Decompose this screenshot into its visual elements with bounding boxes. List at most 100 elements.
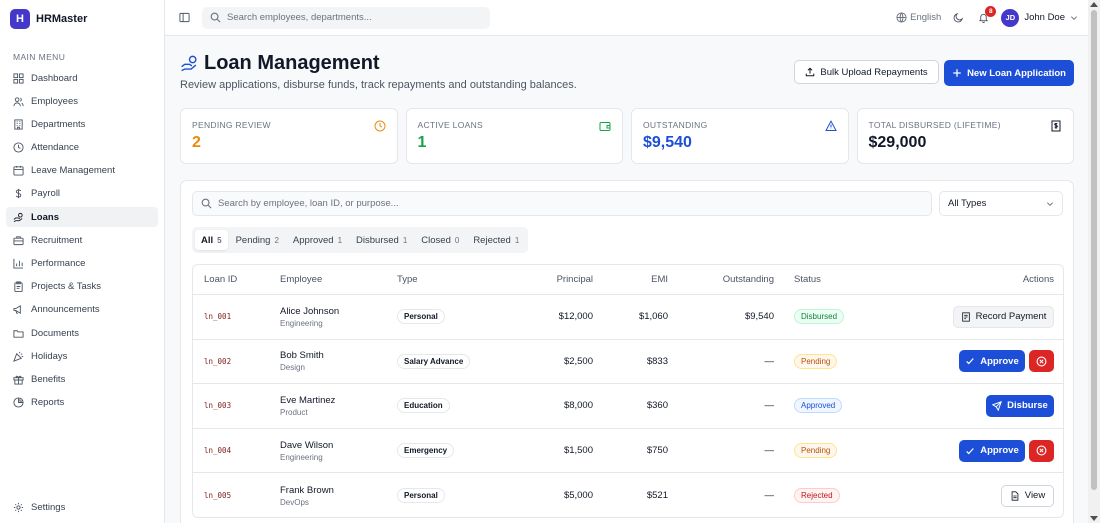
send-icon [992,401,1003,411]
principal-value: $8,000 [563,400,593,412]
notifications-button[interactable]: 8 [978,6,997,23]
approve-button[interactable]: Approve [959,350,1025,373]
column-header-employee[interactable]: Employee [280,265,322,294]
tab-label: Closed [421,234,451,246]
scroll-down-arrow[interactable] [1090,516,1098,521]
sidebar-item-reports[interactable]: Reports [6,393,158,413]
page-scrollbar[interactable] [1088,0,1100,523]
sidebar-item-loans[interactable]: Loans [6,207,158,228]
moon-icon[interactable] [953,12,964,23]
column-header-status[interactable]: Status [794,265,821,294]
sidebar-item-dashboard[interactable]: Dashboard [6,68,158,88]
global-search[interactable] [202,6,490,29]
folder-icon [13,329,24,338]
table-row[interactable]: ln_001 Alice Johnson Engineering Personal… [193,295,1063,340]
new-loan-button[interactable]: New Loan Application [944,60,1074,86]
column-header-loan-id[interactable]: Loan ID [204,265,237,294]
avatar[interactable]: JD [1001,8,1020,27]
outstanding-value: $9,540 [744,311,774,323]
sidebar-item-departments[interactable]: Departments [6,114,158,134]
outstanding-value: — [764,400,775,412]
employee-department: Design [280,363,305,373]
sidebar-item-employees[interactable]: Employees [6,91,158,111]
type-select-value: All Types [948,198,987,209]
loan-search[interactable] [192,191,932,216]
sidebar-item-payroll[interactable]: Payroll [6,184,158,204]
record-payment-button[interactable]: Record Payment [953,305,1054,328]
sidebar-item-label: Recruitment [31,234,83,246]
brand[interactable]: H HRMaster [0,0,164,38]
column-header-outstanding[interactable]: Outstanding [674,265,774,294]
principal-value: $2,500 [563,355,593,367]
user-name[interactable]: John Doe [1024,12,1065,23]
sidebar-item-label: Announcements [31,304,100,316]
table-row[interactable]: ln_005 Frank Brown DevOps Personal $5,000… [193,473,1063,517]
stats-row: PENDING REVIEW 2 ACTIVE LOANS 1 OUTSTAND… [180,108,1074,164]
brand-logo: H [10,9,30,29]
sidebar-item-projects-tasks[interactable]: Projects & Tasks [6,277,158,297]
menu-section-heading: MAIN MENU [13,52,66,62]
loan-type-badge: Salary Advance [397,353,471,369]
receipt-icon [961,312,970,322]
global-search-input[interactable] [227,12,477,23]
chevron-down-icon[interactable] [1070,14,1078,22]
tab-count: 1 [337,235,343,245]
sidebar-item-announcements[interactable]: Announcements [6,300,158,320]
tab-closed[interactable]: Closed 0 [415,230,465,250]
x-circle-icon [1036,356,1047,367]
tab-all[interactable]: All 5 [195,230,228,250]
sidebar-item-settings[interactable]: Settings [6,497,158,517]
loan-id: ln_004 [204,446,232,456]
tab-count: 1 [402,235,408,245]
reject-button[interactable] [1029,350,1054,373]
sidebar-item-recruitment[interactable]: Recruitment [6,230,158,250]
scroll-thumb[interactable] [1091,10,1097,490]
scroll-up-arrow[interactable] [1090,2,1098,7]
disburse-button[interactable]: Disburse [986,394,1054,417]
stat-label: OUTSTANDING [643,120,708,130]
dollar-icon [15,189,22,199]
bulk-upload-button[interactable]: Bulk Upload Repayments [794,60,939,84]
column-header-principal[interactable]: Principal [523,265,593,294]
view-button[interactable]: View [1001,484,1054,507]
sidebar-item-documents[interactable]: Documents [6,323,158,343]
approve-button[interactable]: Approve [959,439,1025,462]
sidebar-item-holidays[interactable]: Holidays [6,346,158,366]
tab-approved[interactable]: Approved 1 [287,230,348,250]
reject-button[interactable] [1029,439,1054,462]
sidebar-toggle-icon[interactable] [179,12,190,23]
tab-pending[interactable]: Pending 2 [230,230,285,250]
type-select[interactable]: All Types [939,191,1063,216]
column-header-type[interactable]: Type [397,265,418,294]
upload-icon [806,67,815,77]
page-title: Loan Management [204,52,380,74]
loan-type-badge: Education [397,398,450,414]
hand-coins-icon [13,212,23,222]
loan-id: ln_005 [204,491,232,501]
emi-value: $1,060 [638,311,668,323]
tab-count: 1 [514,235,520,245]
tab-disbursed[interactable]: Disbursed 1 [350,230,413,250]
sidebar-item-benefits[interactable]: Benefits [6,369,158,389]
search-icon [201,198,212,209]
topbar: English 8 JD John Doe [165,0,1088,36]
table-row[interactable]: ln_003 Eve Martinez Product Education $8,… [193,384,1063,429]
tab-rejected[interactable]: Rejected 1 [467,230,525,250]
table-row[interactable]: ln_002 Bob Smith Design Salary Advance $2… [193,340,1063,385]
stat-value: 1 [417,134,427,151]
column-header-emi[interactable]: EMI [598,265,668,294]
page-header: Loan Management Review applications, dis… [180,36,1074,108]
check-icon [966,447,975,454]
loan-search-input[interactable] [218,198,918,209]
gift-icon [13,375,24,385]
sidebar-item-label: Loans [31,211,59,223]
stat-value: $9,540 [643,134,692,151]
sidebar-item-attendance[interactable]: Attendance [6,138,158,158]
loan-id: ln_003 [204,401,232,411]
sidebar-item-leave-management[interactable]: Leave Management [6,161,158,181]
table-row[interactable]: ln_004 Dave Wilson Engineering Emergency … [193,429,1063,474]
sidebar-item-performance[interactable]: Performance [6,254,158,274]
outstanding-value: — [764,355,775,367]
loan-type-badge: Personal [397,488,445,504]
language-switcher[interactable]: English [896,12,941,23]
